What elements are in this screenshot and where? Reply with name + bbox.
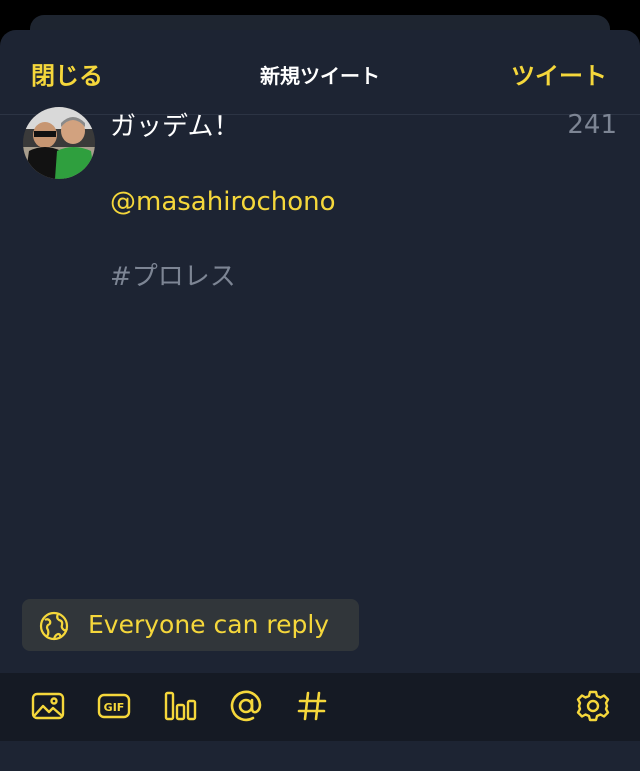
poll-icon[interactable]: [163, 689, 197, 723]
tweet-button[interactable]: ツイート: [511, 56, 607, 91]
svg-text:GIF: GIF: [104, 701, 125, 714]
mention-text: @masahirochono: [110, 187, 336, 217]
compose-toolbar: GIF: [0, 673, 640, 741]
reply-setting-label: Everyone can reply: [88, 610, 330, 639]
nav-bar: 閉じる 新規ツイート ツイート: [0, 30, 640, 115]
mention-icon[interactable]: [229, 689, 263, 723]
image-icon[interactable]: [31, 689, 65, 723]
character-counter: 241: [567, 110, 617, 140]
tweet-compose-area[interactable]: ガッデム！ @masahirochono #プロレス: [110, 108, 550, 296]
compose-text-line: ガッデム！: [110, 112, 240, 142]
globe-icon: [39, 611, 69, 641]
hashtag-icon[interactable]: [295, 689, 329, 723]
settings-icon[interactable]: [576, 689, 610, 723]
gif-icon[interactable]: GIF: [97, 689, 131, 723]
avatar: [23, 107, 95, 179]
reply-setting-button[interactable]: Everyone can reply: [22, 599, 359, 651]
hashtag-text: #プロレス: [110, 262, 236, 292]
